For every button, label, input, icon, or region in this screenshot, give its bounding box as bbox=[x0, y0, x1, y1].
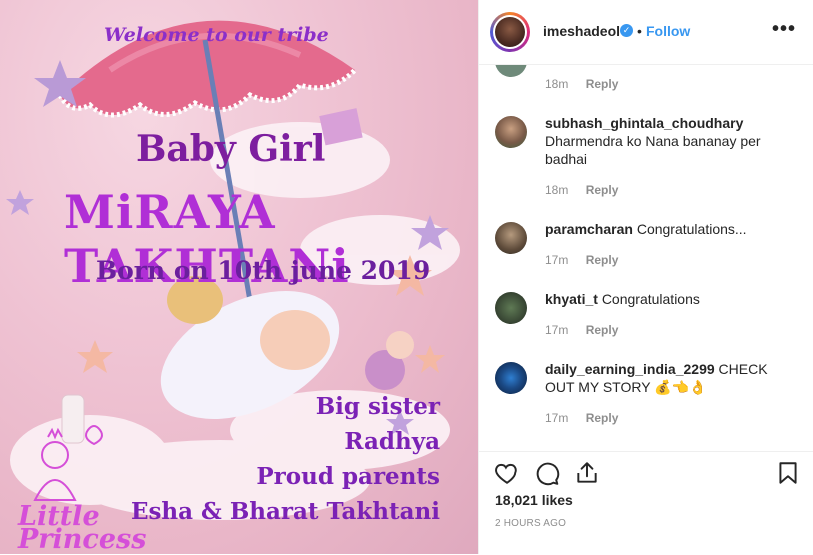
comment-avatar[interactable] bbox=[495, 116, 527, 148]
likes-count[interactable]: 18,021 likes bbox=[495, 492, 573, 508]
comment-username[interactable]: subhash_ghintala_choudhary bbox=[545, 115, 743, 131]
comment-avatar[interactable] bbox=[495, 292, 527, 324]
reply-button[interactable]: Reply bbox=[586, 323, 619, 337]
post-actions: 18,021 likes 2 HOURS AGO bbox=[479, 451, 813, 555]
comment-username[interactable]: khyati_t bbox=[545, 291, 598, 307]
image-born-date: Born on 10th june 2019 bbox=[96, 256, 431, 285]
reply-button[interactable]: Reply bbox=[586, 253, 619, 267]
post-header: imeshadeol ✓ • Follow ••• bbox=[479, 0, 813, 65]
image-line-parents-names: Esha & Bharat Takhtani bbox=[130, 498, 440, 525]
separator-dot: • bbox=[637, 23, 642, 39]
comment-meta: 17m Reply bbox=[545, 253, 618, 267]
reply-button[interactable]: Reply bbox=[586, 183, 619, 197]
comment-meta: 18m Reply bbox=[545, 183, 618, 197]
comment: daily_earning_india_2299 CHECK OUT MY ST… bbox=[545, 360, 785, 396]
comment-body: Dharmendra ko Nana bananay per badhai bbox=[545, 133, 761, 167]
more-options-icon[interactable]: ••• bbox=[772, 18, 796, 41]
comment-time: 18m bbox=[545, 77, 569, 91]
comment-avatar[interactable] bbox=[495, 222, 527, 254]
follow-button[interactable]: Follow bbox=[646, 23, 690, 39]
like-heart-icon[interactable] bbox=[494, 460, 520, 486]
image-line-radhya: Radhya bbox=[344, 428, 440, 455]
comment: subhash_ghintala_choudhary Dharmendra ko… bbox=[545, 114, 785, 168]
comments-list[interactable]: 18m Reply subhash_ghintala_choudhary Dha… bbox=[479, 65, 813, 450]
comment-avatar[interactable] bbox=[495, 362, 527, 394]
post-image[interactable]: Welcome to our tribe Baby Girl MiRAYA TA… bbox=[0, 0, 478, 554]
post-timestamp[interactable]: 2 HOURS AGO bbox=[495, 518, 566, 529]
author-avatar[interactable] bbox=[490, 12, 530, 52]
comment-time: 17m bbox=[545, 253, 569, 267]
author-username[interactable]: imeshadeol bbox=[543, 23, 620, 39]
comment: paramcharan Congratulations... bbox=[545, 220, 785, 238]
image-subtitle: Baby Girl bbox=[136, 128, 326, 170]
post-side-panel: imeshadeol ✓ • Follow ••• 18m Reply subh… bbox=[478, 0, 813, 554]
comment-username[interactable]: daily_earning_india_2299 bbox=[545, 361, 715, 377]
image-welcome-text: Welcome to our tribe bbox=[104, 24, 329, 46]
comment-body: Congratulations bbox=[601, 291, 700, 307]
image-line-proud-parents: Proud parents bbox=[256, 463, 440, 490]
princess-text: Princess bbox=[18, 524, 147, 554]
comment-meta: 18m Reply bbox=[545, 77, 618, 91]
comment-bubble-icon[interactable] bbox=[534, 460, 560, 486]
comment-meta: 17m Reply bbox=[545, 323, 618, 337]
comment: khyati_t Congratulations bbox=[545, 290, 785, 308]
little-princess-logo: Little Princess bbox=[18, 503, 147, 554]
reply-button[interactable]: Reply bbox=[586, 411, 619, 425]
comment-meta: 17m Reply bbox=[545, 411, 618, 425]
image-line-big-sister: Big sister bbox=[315, 393, 440, 420]
comment-body: Congratulations... bbox=[636, 221, 747, 237]
bookmark-icon[interactable] bbox=[775, 460, 801, 486]
comment-time: 17m bbox=[545, 323, 569, 337]
comment-avatar[interactable] bbox=[495, 65, 527, 77]
comment-username[interactable]: paramcharan bbox=[545, 221, 633, 237]
verified-badge-icon: ✓ bbox=[620, 24, 633, 37]
share-icon[interactable] bbox=[574, 460, 600, 486]
comment-time: 17m bbox=[545, 411, 569, 425]
reply-button[interactable]: Reply bbox=[586, 77, 619, 91]
comment-time: 18m bbox=[545, 183, 569, 197]
